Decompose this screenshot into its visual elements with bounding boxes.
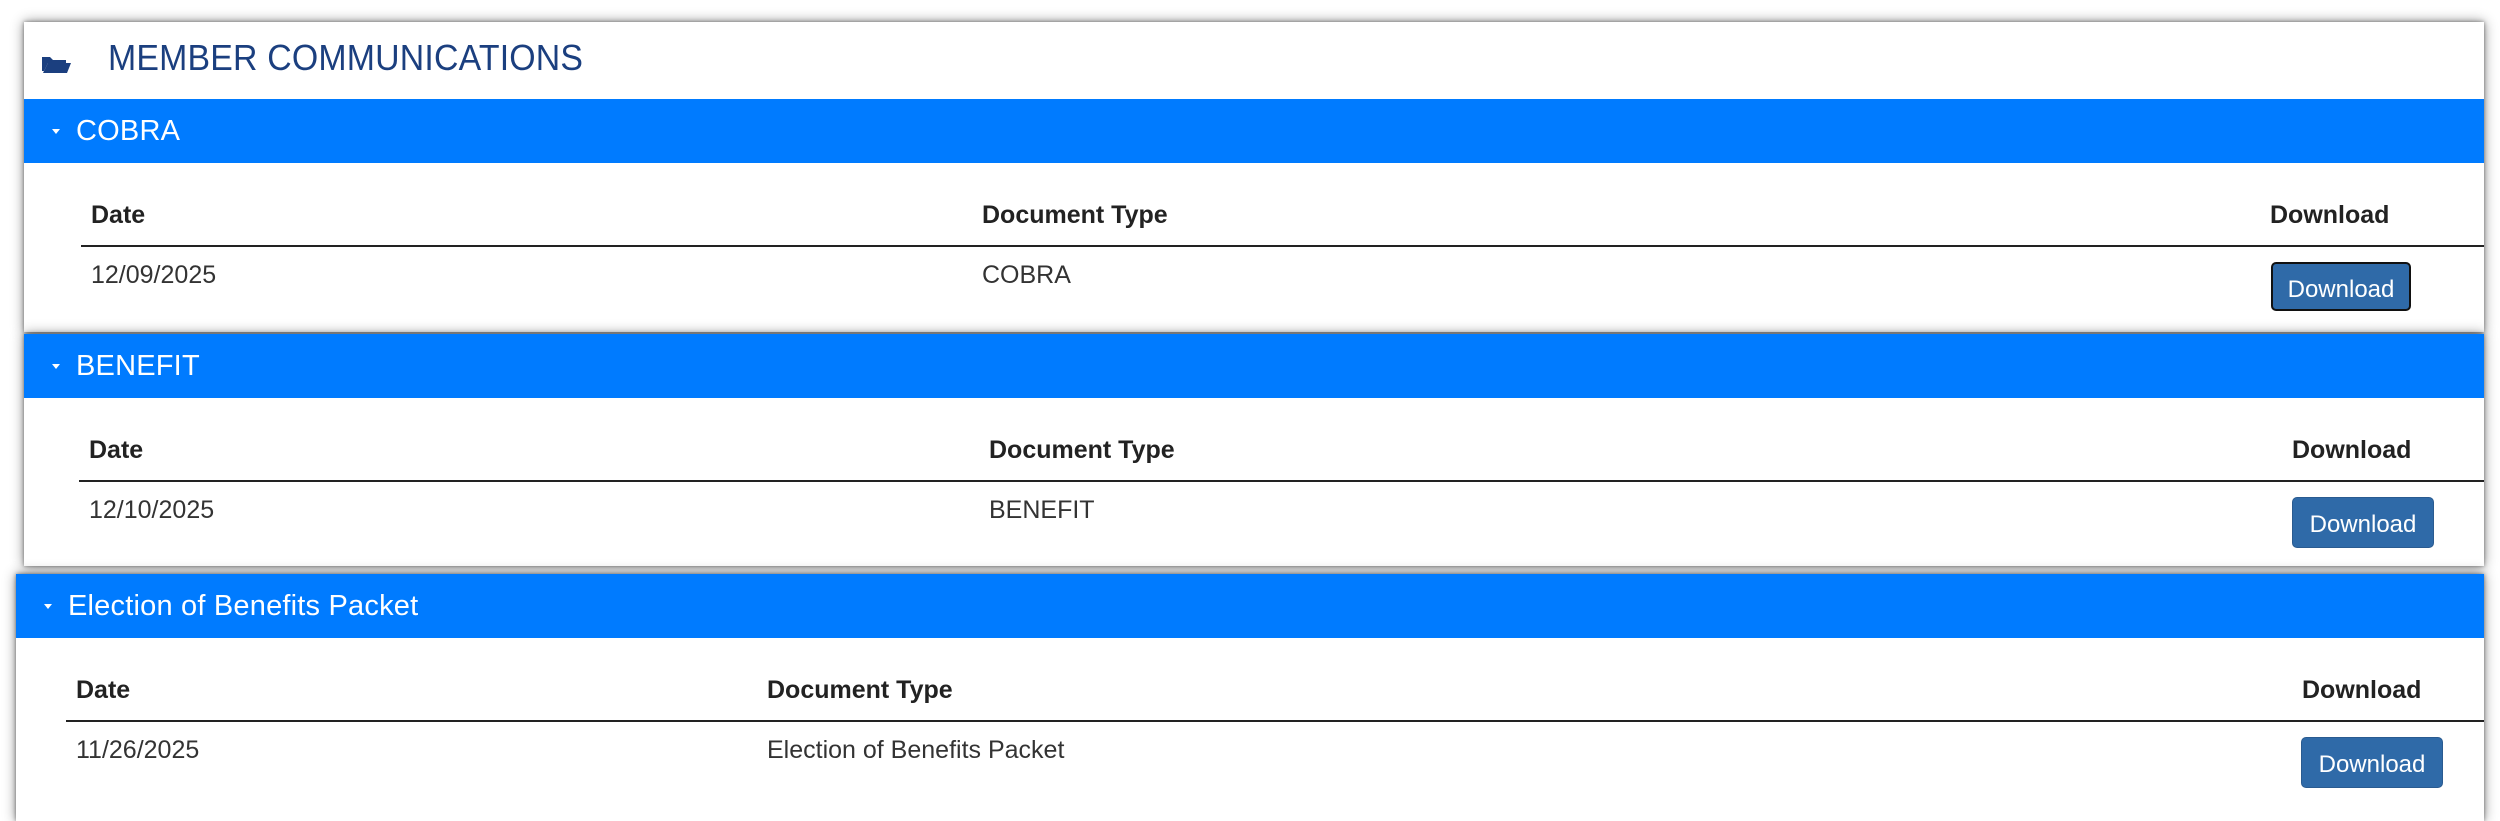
folder-open-icon [40,51,72,75]
document-type-cell: Election of Benefits Packet [767,736,1065,764]
date-cell: 12/10/2025 [89,496,215,524]
header-divider [66,720,2484,722]
date-column-header: Date [91,201,146,229]
chevron-down-icon [52,128,60,134]
document-type-cell: BENEFIT [989,496,1095,524]
documents-table: Date Document Type Download 12/09/2025 C… [24,163,2484,332]
member-communications-page: MEMBER COMMUNICATIONS COBRA Date Documen… [0,0,2500,821]
documents-table: Date Document Type Download 12/10/2025 B… [24,398,2484,566]
section-benefit-header[interactable]: BENEFIT [24,334,2484,398]
section-title: Election of Benefits Packet [68,589,419,622]
download-button[interactable]: Download [2292,497,2434,548]
section-cobra-header[interactable]: COBRA [24,99,2484,163]
date-cell: 11/26/2025 [76,736,200,764]
section-election-header[interactable]: Election of Benefits Packet [16,574,2484,638]
section-cobra: COBRA Date Document Type Download 12/09/… [24,99,2484,332]
documents-table: Date Document Type Download 11/26/2025 E… [16,638,2484,821]
page-header: MEMBER COMMUNICATIONS [40,40,614,76]
download-button[interactable]: Download [2301,737,2443,788]
download-button[interactable]: Download [2271,262,2411,311]
header-divider [81,245,2484,247]
document-type-cell: COBRA [982,261,1071,289]
document-type-column-header: Document Type [989,436,1175,464]
page-title: MEMBER COMMUNICATIONS [108,37,584,78]
chevron-down-icon [44,603,52,609]
date-cell: 12/09/2025 [91,261,217,289]
date-column-header: Date [76,676,131,704]
chevron-down-icon [52,363,60,369]
section-title: COBRA [76,114,181,147]
date-column-header: Date [89,436,144,464]
download-column-header: Download [2292,436,2412,464]
document-type-column-header: Document Type [767,676,953,704]
document-type-column-header: Document Type [982,201,1168,229]
download-column-header: Download [2302,676,2422,704]
section-election-of-benefits-packet: Election of Benefits Packet Date Documen… [16,574,2484,821]
section-title: BENEFIT [76,349,200,382]
header-divider [79,480,2484,482]
download-column-header: Download [2270,201,2390,229]
section-benefit: BENEFIT Date Document Type Download 12/1… [24,334,2484,566]
